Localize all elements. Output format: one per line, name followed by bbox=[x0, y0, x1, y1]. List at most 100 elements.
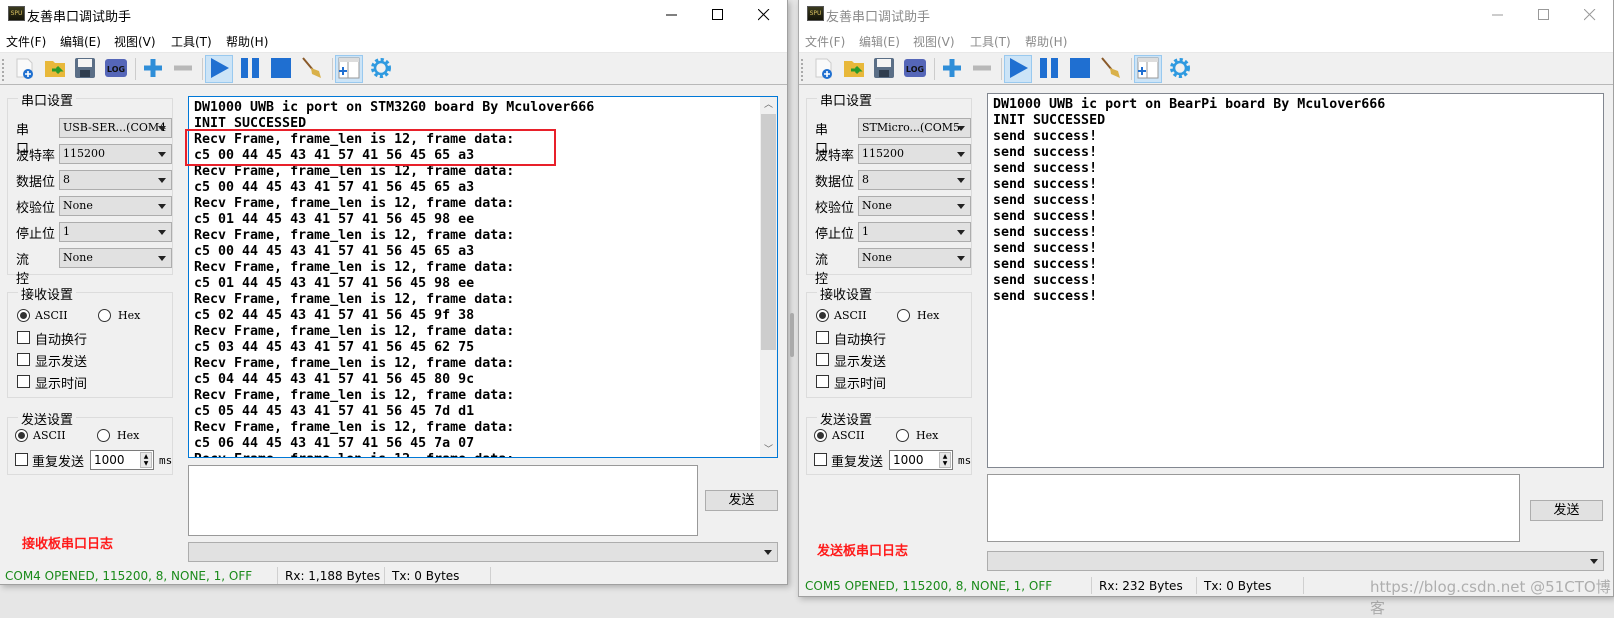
open-folder-button[interactable] bbox=[41, 55, 69, 83]
send-history-dropdown[interactable] bbox=[987, 551, 1604, 571]
send-hex-radio[interactable] bbox=[97, 429, 110, 442]
setting-select[interactable]: 1 bbox=[59, 222, 172, 242]
menu-item[interactable]: 编辑(E) bbox=[60, 33, 101, 50]
toolbar-grip[interactable] bbox=[2, 59, 4, 81]
setting-select[interactable]: None bbox=[858, 196, 971, 216]
minimize-button[interactable] bbox=[649, 0, 695, 30]
setting-select[interactable]: 115200 bbox=[59, 144, 172, 164]
toolbar: LOG bbox=[0, 52, 787, 85]
stop-button[interactable] bbox=[267, 55, 295, 83]
log-line: c5 06 44 45 43 41 57 41 56 45 7a 07 bbox=[194, 436, 475, 451]
receive-option-checkbox[interactable] bbox=[816, 353, 829, 366]
vertical-scrollbar[interactable]: ︿ ﹀ bbox=[760, 97, 777, 457]
receive-hex-radio[interactable] bbox=[98, 309, 111, 322]
window-splitter[interactable] bbox=[790, 313, 794, 357]
menu-item[interactable]: 文件(F) bbox=[6, 33, 46, 50]
receive-option-checkbox[interactable] bbox=[816, 375, 829, 388]
maximize-button[interactable] bbox=[1521, 0, 1567, 30]
menu-item[interactable]: 帮助(H) bbox=[1025, 33, 1067, 50]
new-file-button[interactable] bbox=[810, 55, 838, 83]
menu-item[interactable]: 视图(V) bbox=[913, 33, 955, 50]
spin-arrows-icon[interactable]: ▲ ▼ bbox=[140, 452, 152, 468]
setting-select[interactable]: None bbox=[59, 196, 172, 216]
menu-item[interactable]: 工具(T) bbox=[970, 33, 1011, 50]
setting-select[interactable]: None bbox=[59, 248, 172, 268]
chevron-down-icon bbox=[158, 178, 166, 183]
play-button[interactable] bbox=[1004, 55, 1032, 83]
plus-button[interactable] bbox=[139, 55, 167, 83]
interval-value: 1000 bbox=[94, 453, 125, 467]
pause-button[interactable] bbox=[236, 55, 264, 83]
setting-select[interactable]: 8 bbox=[858, 170, 971, 190]
setting-select[interactable]: None bbox=[858, 248, 971, 268]
broom-button[interactable] bbox=[1097, 55, 1125, 83]
close-button[interactable] bbox=[1567, 0, 1613, 30]
repeat-interval-input[interactable]: 1000 ▲ ▼ bbox=[889, 450, 953, 470]
receive-option-checkbox[interactable] bbox=[17, 331, 30, 344]
menu-bar: 文件(F) 编辑(E) 视图(V) 工具(T) 帮助(H) bbox=[799, 30, 1613, 52]
menu-item[interactable]: 视图(V) bbox=[114, 33, 156, 50]
play-icon bbox=[1006, 56, 1030, 83]
close-icon bbox=[758, 9, 770, 21]
repeat-send-checkbox[interactable] bbox=[15, 453, 28, 466]
close-button[interactable] bbox=[741, 0, 787, 30]
send-ascii-radio[interactable] bbox=[15, 429, 28, 442]
setting-select[interactable]: USB-SER...(COM4 bbox=[59, 118, 172, 138]
scrollbar-thumb[interactable] bbox=[761, 114, 776, 350]
spin-arrows-icon[interactable]: ▲ ▼ bbox=[939, 452, 951, 468]
send-button[interactable]: 发送 bbox=[1530, 500, 1603, 521]
pause-button[interactable] bbox=[1035, 55, 1063, 83]
radio-label: ASCII bbox=[35, 309, 68, 322]
receive-option-checkbox[interactable] bbox=[17, 353, 30, 366]
stop-button[interactable] bbox=[1066, 55, 1094, 83]
checkbox-label: 自动换行 bbox=[35, 333, 88, 348]
pause-icon bbox=[238, 56, 262, 83]
toolbar-grip[interactable] bbox=[801, 59, 803, 81]
repeat-send-checkbox[interactable] bbox=[814, 453, 827, 466]
log-button[interactable]: LOG bbox=[102, 55, 130, 83]
status-separator bbox=[384, 567, 385, 584]
open-folder-button[interactable] bbox=[840, 55, 868, 83]
setting-select[interactable]: STMicro...(COM5 bbox=[858, 118, 971, 138]
send-text-input[interactable] bbox=[987, 474, 1520, 542]
send-hex-radio[interactable] bbox=[896, 429, 909, 442]
send-button[interactable]: 发送 bbox=[705, 490, 778, 511]
setting-select[interactable]: 115200 bbox=[858, 144, 971, 164]
send-text-input[interactable] bbox=[188, 465, 698, 536]
minimize-button[interactable] bbox=[1475, 0, 1521, 30]
radio-label: ASCII bbox=[832, 429, 865, 442]
radio-label: Hex bbox=[917, 309, 940, 322]
log-line: DW1000 UWB ic port on BearPi board By Mc… bbox=[993, 97, 1386, 112]
receive-option-checkbox[interactable] bbox=[17, 375, 30, 388]
minus-button[interactable] bbox=[968, 55, 996, 83]
receive-ascii-radio[interactable] bbox=[816, 309, 829, 322]
gear-button[interactable] bbox=[367, 55, 395, 83]
select-value: 8 bbox=[862, 173, 869, 186]
receive-text-area[interactable]: DW1000 UWB ic port on BearPi board By Mc… bbox=[987, 93, 1604, 468]
log-button[interactable]: LOG bbox=[901, 55, 929, 83]
minus-button[interactable] bbox=[169, 55, 197, 83]
receive-ascii-radio[interactable] bbox=[17, 309, 30, 322]
menu-item[interactable]: 帮助(H) bbox=[226, 33, 268, 50]
receive-hex-radio[interactable] bbox=[897, 309, 910, 322]
receive-option-checkbox[interactable] bbox=[816, 331, 829, 344]
send-history-dropdown[interactable] bbox=[188, 542, 778, 562]
setting-select[interactable]: 8 bbox=[59, 170, 172, 190]
broom-button[interactable] bbox=[298, 55, 326, 83]
send-ascii-radio[interactable] bbox=[814, 429, 827, 442]
add-window-button[interactable] bbox=[1134, 55, 1162, 83]
play-button[interactable] bbox=[205, 55, 233, 83]
menu-item[interactable]: 编辑(E) bbox=[859, 33, 900, 50]
maximize-button[interactable] bbox=[695, 0, 741, 30]
menu-item[interactable]: 工具(T) bbox=[171, 33, 212, 50]
repeat-interval-input[interactable]: 1000 ▲ ▼ bbox=[90, 450, 154, 470]
add-window-button[interactable] bbox=[335, 55, 363, 83]
setting-select[interactable]: 1 bbox=[858, 222, 971, 242]
new-file-button[interactable] bbox=[11, 55, 39, 83]
save-button[interactable] bbox=[870, 55, 898, 83]
serial-settings-group: 串口设置 串口 USB-SER...(COM4 波特率 115200 数据位 8 校验位… bbox=[7, 90, 173, 287]
menu-item[interactable]: 文件(F) bbox=[805, 33, 845, 50]
gear-button[interactable] bbox=[1166, 55, 1194, 83]
save-button[interactable] bbox=[71, 55, 99, 83]
plus-button[interactable] bbox=[938, 55, 966, 83]
